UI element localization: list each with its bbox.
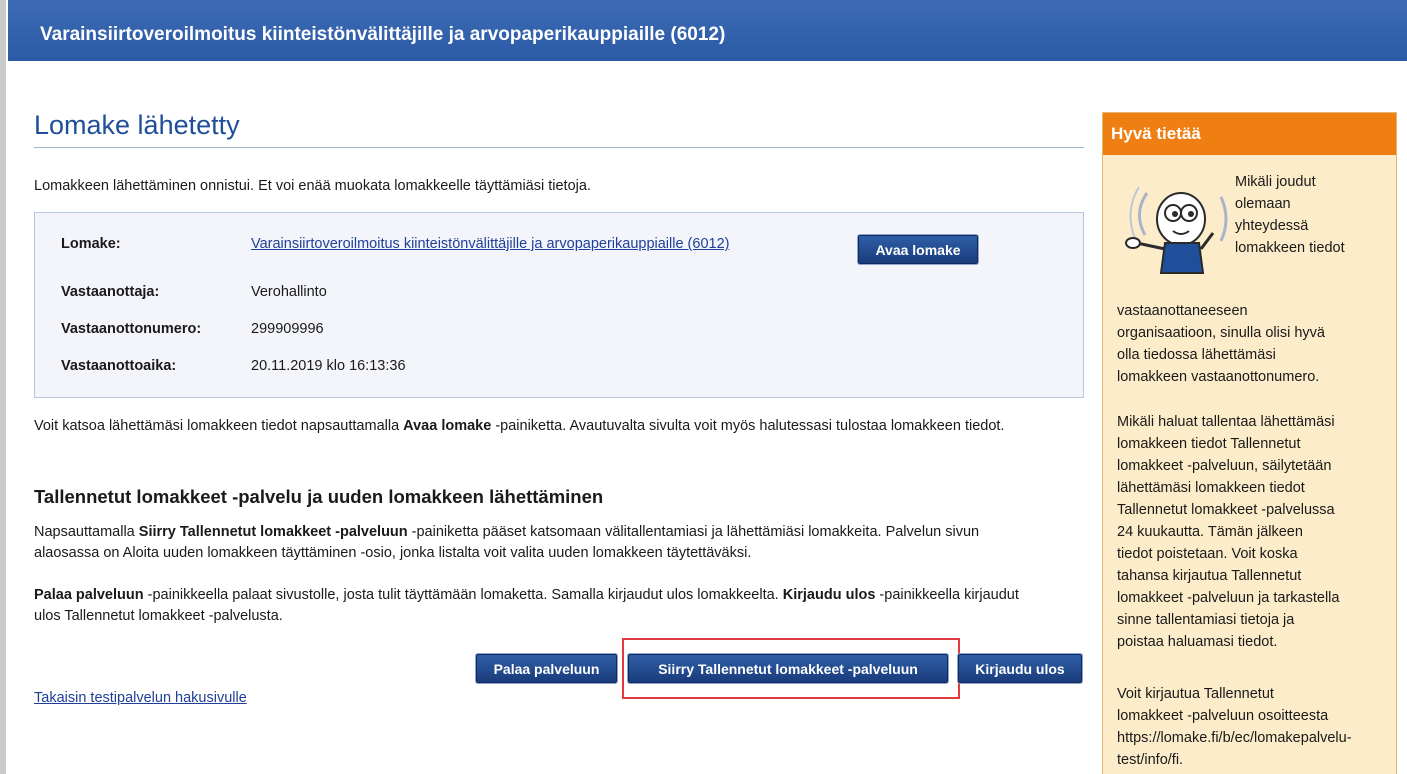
go-to-saved-forms-button[interactable]: Siirry Tallennetut lomakkeet -palveluun	[628, 654, 948, 683]
saved-text-before: Napsauttamalla	[34, 524, 139, 540]
good-to-know-panel: Hyvä tietää Mikäli joudut olemaan yhteyd…	[1102, 112, 1397, 774]
sidebar-line: lomakkeen vastaanottonumero.	[1117, 369, 1320, 385]
form-label: Lomake:	[61, 236, 121, 252]
sidebar-line: sinne tallentamiasi tietoja ja	[1117, 612, 1295, 628]
view-form-paragraph: Voit katsoa lähettämäsi lomakkeen tiedot…	[34, 416, 1044, 437]
sidebar-line: lähettämäsi lomakkeen tiedot	[1117, 480, 1305, 496]
sidebar-line: lomakkeet -palveluun, säilytetään	[1117, 458, 1332, 474]
receipt-time-value: 20.11.2019 klo 16:13:36	[251, 358, 406, 374]
sidebar-intro-line: olemaan	[1235, 196, 1291, 212]
sidebar-line: organisaatioon, sinulla olisi hyvä	[1117, 325, 1325, 341]
sidebar-intro: Mikäli joudut olemaan yhteydessä lomakke…	[1235, 171, 1345, 259]
sidebar-title: Hyvä tietää	[1103, 113, 1396, 155]
sidebar-line: lomakkeet -palveluun ja tarkastella	[1117, 590, 1340, 606]
saved-text-bold: Siirry Tallennetut lomakkeet -palveluun	[138, 524, 408, 540]
header-bar: Varainsiirtoveroilmoitus kiinteistönväli…	[8, 0, 1407, 61]
sidebar-line: Tallennetut lomakkeet -palvelussa	[1117, 502, 1335, 518]
header-title: Varainsiirtoveroilmoitus kiinteistönväli…	[40, 24, 726, 45]
sidebar-paragraph-3: Voit kirjautua Tallennetut lomakkeet -pa…	[1117, 683, 1352, 771]
mascot-illustration-icon	[1125, 186, 1228, 274]
sidebar-line: Voit kirjautua Tallennetut	[1117, 686, 1274, 702]
recipient-value: Verohallinto	[251, 284, 327, 300]
title-divider	[34, 147, 1084, 148]
return-text-middle: -painikkeella palaat sivustolle, josta t…	[143, 587, 783, 603]
window-left-edge	[0, 0, 6, 774]
back-to-search-link[interactable]: Takaisin testipalvelun hakusivulle	[34, 688, 247, 709]
sidebar-line: Mikäli haluat tallentaa lähettämäsi	[1117, 414, 1335, 430]
receipt-time-label: Vastaanottoaika:	[61, 358, 177, 374]
view-text-after: -painiketta. Avautuvalta sivulta voit my…	[491, 418, 1005, 434]
sidebar-paragraph-2: Mikäli haluat tallentaa lähettämäsi loma…	[1117, 411, 1339, 653]
return-to-service-button[interactable]: Palaa palveluun	[476, 654, 617, 683]
view-text-bold: Avaa lomake	[403, 418, 492, 434]
open-form-button[interactable]: Avaa lomake	[858, 235, 978, 264]
sidebar-line: test/info/fi.	[1117, 752, 1184, 768]
sidebar-intro-line: lomakkeen tiedot	[1235, 240, 1345, 256]
sidebar-paragraph-1: vastaanottaneeseen organisaatioon, sinul…	[1117, 300, 1325, 388]
sidebar-line: tiedot poistetaan. Voit koska	[1117, 546, 1298, 562]
recipient-label: Vastaanottaja:	[61, 284, 160, 300]
receipt-number-label: Vastaanottonumero:	[61, 321, 202, 337]
receipt-number-value: 299909996	[251, 321, 324, 337]
logout-text-bold: Kirjaudu ulos	[782, 587, 876, 603]
saved-forms-paragraph: Napsauttamalla Siirry Tallennetut lomakk…	[34, 522, 1044, 564]
success-message: Lomakkeen lähettäminen onnistui. Et voi …	[34, 178, 591, 194]
sidebar-line: lomakkeet -palveluun osoitteesta	[1117, 708, 1329, 724]
return-text-bold: Palaa palveluun	[34, 587, 144, 603]
sidebar-line: olla tiedossa lähettämäsi	[1117, 347, 1276, 363]
view-text-before: Voit katsoa lähettämäsi lomakkeen tiedot…	[34, 418, 404, 434]
sidebar-line: poistaa haluamasi tiedot.	[1117, 634, 1278, 650]
form-link[interactable]: Varainsiirtoveroilmoitus kiinteistönväli…	[251, 236, 729, 252]
section-heading: Tallennetut lomakkeet -palvelu ja uuden …	[34, 486, 604, 507]
logout-button[interactable]: Kirjaudu ulos	[958, 654, 1082, 683]
sidebar-line: lomakkeen tiedot Tallennetut	[1117, 436, 1301, 452]
page-title: Lomake lähetetty	[34, 110, 240, 140]
return-logout-paragraph: Palaa palveluun -painikkeella palaat siv…	[34, 585, 1044, 627]
sidebar-intro-line: yhteydessä	[1235, 218, 1309, 234]
sidebar-line: https://lomake.fi/b/ec/lomakepalvelu-	[1117, 730, 1352, 746]
sidebar-intro-line: Mikäli joudut	[1235, 174, 1316, 190]
sidebar-line: vastaanottaneeseen	[1117, 303, 1248, 319]
sidebar-line: tahansa kirjautua Tallennetut	[1117, 568, 1302, 584]
submission-info-box: Lomake: Varainsiirtoveroilmoitus kiintei…	[34, 212, 1084, 398]
sidebar-line: 24 kuukautta. Tämän jälkeen	[1117, 524, 1303, 540]
